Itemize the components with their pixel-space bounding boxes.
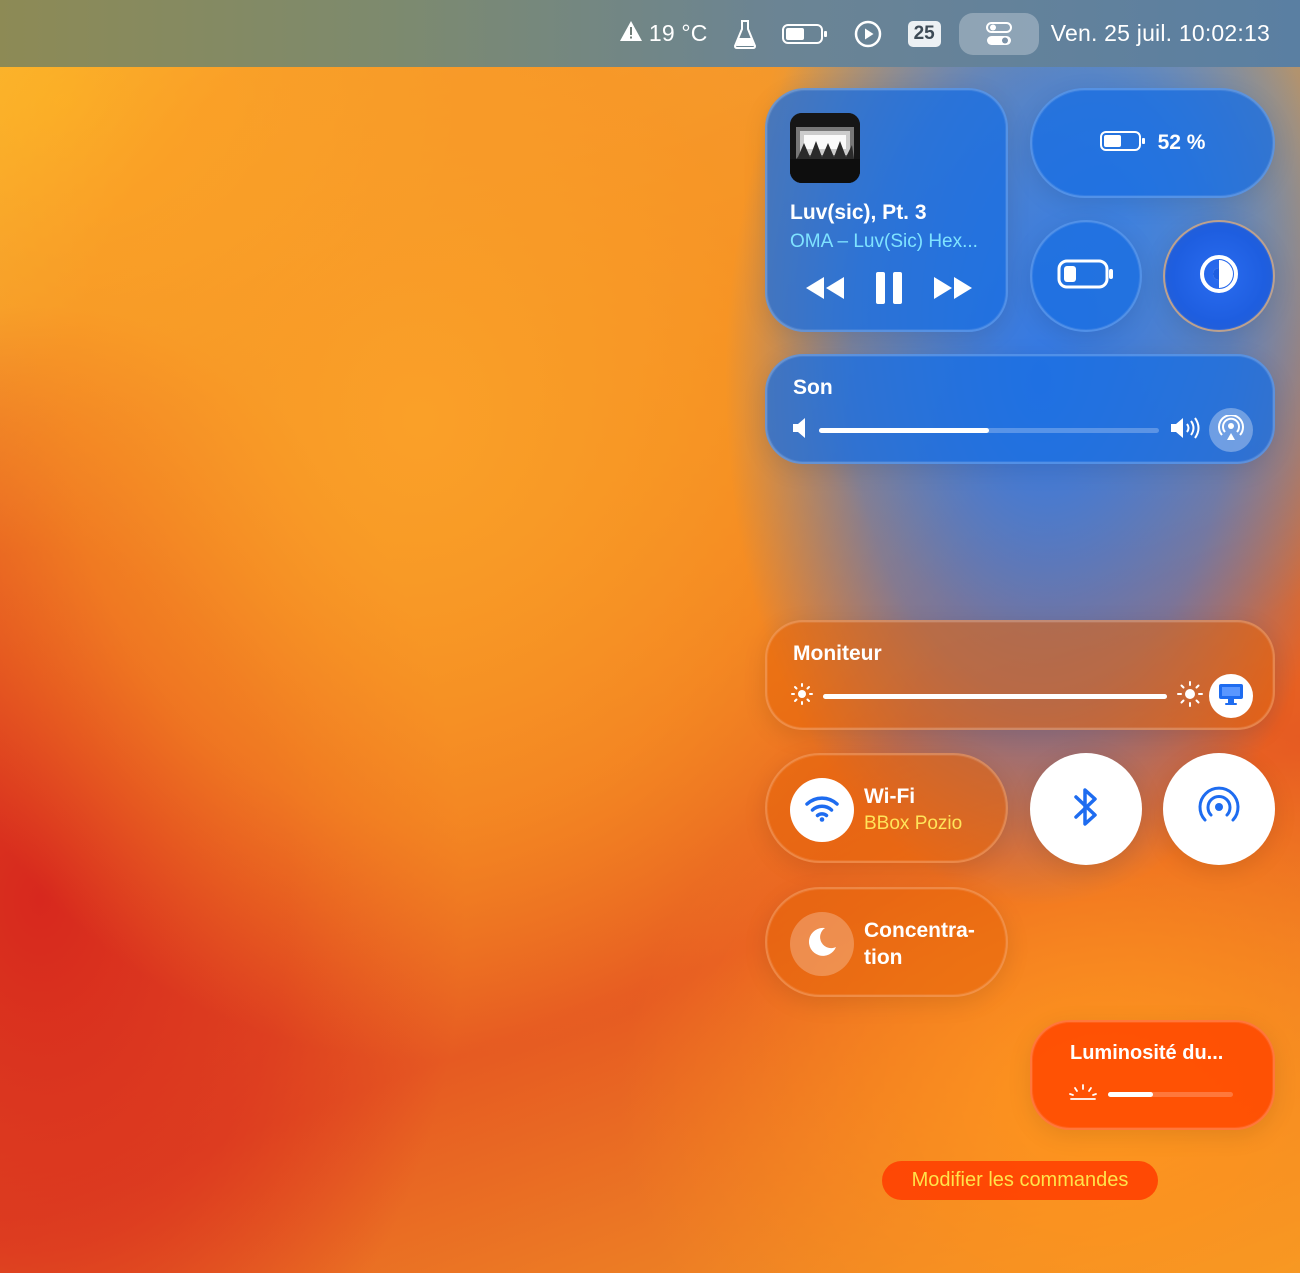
airdrop-button[interactable]	[1163, 753, 1275, 865]
now-playing-panel[interactable]: Luv(sic), Pt. 3 OMA – Luv(Sic) Hex...	[765, 88, 1008, 332]
sun-low-icon	[791, 682, 813, 710]
airplay-audio-icon	[1218, 413, 1244, 446]
low-power-mode-button[interactable]	[1030, 220, 1142, 332]
focus-label-line2: tion	[864, 946, 903, 969]
keyboard-brightness-row	[1068, 1084, 1243, 1105]
bluetooth-button[interactable]	[1030, 753, 1142, 865]
sun-high-icon	[1177, 680, 1203, 712]
keyboard-brightness-slider[interactable]	[1108, 1092, 1233, 1097]
sound-panel: Son	[765, 354, 1275, 464]
focus-tile[interactable]: Concentra- tion	[765, 887, 1008, 997]
control-center-icon[interactable]	[958, 12, 1039, 55]
track-artist: OMA – Luv(Sic) Hex...	[790, 231, 978, 252]
warning-icon	[619, 20, 643, 47]
volume-slider[interactable]	[819, 427, 1159, 433]
menubar-clock[interactable]: Ven. 25 juil. 10:02:13	[1051, 14, 1270, 54]
album-art	[790, 113, 860, 183]
fast-forward-button[interactable]	[932, 268, 974, 308]
rewind-button[interactable]	[804, 268, 846, 308]
volume-slider-fill	[819, 427, 989, 433]
keyboard-brightness-slider-fill	[1108, 1092, 1153, 1097]
dark-mode-button[interactable]	[1163, 220, 1275, 332]
flask-icon[interactable]	[733, 14, 756, 54]
wifi-network-name: BBox Pozio	[864, 813, 963, 834]
focus-label-line1: Concentra-	[864, 919, 975, 942]
battery-panel[interactable]: 52 %	[1030, 88, 1275, 198]
battery-low-power-icon	[1057, 259, 1115, 294]
monitor-icon	[1218, 682, 1244, 711]
weather-status[interactable]: 19 °C	[619, 14, 708, 54]
battery-percentage: 52 %	[1157, 131, 1206, 154]
wifi-icon	[805, 794, 839, 827]
media-controls	[767, 268, 1010, 308]
weather-temperature: 19 °C	[648, 20, 708, 46]
brightness-slider[interactable]	[823, 693, 1167, 699]
keyboard-brightness-panel: Luminosité du...	[1030, 1020, 1275, 1130]
wifi-toggle[interactable]	[790, 778, 854, 842]
edit-controls-button[interactable]: Modifier les commandes	[882, 1161, 1158, 1200]
datetime-text: Ven. 25 juil. 10:02:13	[1050, 20, 1270, 46]
sound-slider-row	[791, 408, 1253, 452]
focus-label: Concentra- tion	[864, 917, 975, 971]
focus-toggle[interactable]	[790, 912, 854, 976]
display-label: Moniteur	[793, 642, 882, 665]
battery-icon[interactable]	[781, 14, 828, 54]
wifi-tile[interactable]: Wi-Fi BBox Pozio	[765, 753, 1008, 863]
keyboard-light-icon	[1068, 1084, 1098, 1105]
sound-label: Son	[793, 376, 833, 399]
bluetooth-icon	[1071, 786, 1101, 833]
speaker-low-icon	[791, 417, 809, 444]
calendar-day-badge[interactable]: 25	[907, 14, 941, 54]
track-title: Luv(sic), Pt. 3	[790, 201, 927, 224]
display-panel: Moniteur	[765, 620, 1275, 730]
battery-icon	[1099, 130, 1146, 157]
wifi-text: Wi-Fi BBox Pozio	[864, 783, 962, 837]
contrast-icon	[1199, 254, 1239, 299]
menu-bar: 19 °C 25 Ven. 25 juil. 10:02:13	[0, 0, 1300, 67]
play-circle-icon[interactable]	[854, 14, 882, 54]
airplay-audio-button[interactable]	[1209, 408, 1253, 452]
display-settings-button[interactable]	[1209, 674, 1253, 718]
moon-icon	[805, 925, 839, 964]
speaker-high-icon	[1169, 416, 1203, 445]
keyboard-brightness-label: Luminosité du...	[1070, 1042, 1224, 1064]
wifi-label: Wi-Fi	[864, 785, 916, 808]
brightness-slider-fill	[823, 693, 1167, 699]
pause-button[interactable]	[874, 268, 904, 308]
airdrop-icon	[1196, 784, 1242, 835]
display-slider-row	[791, 674, 1253, 718]
